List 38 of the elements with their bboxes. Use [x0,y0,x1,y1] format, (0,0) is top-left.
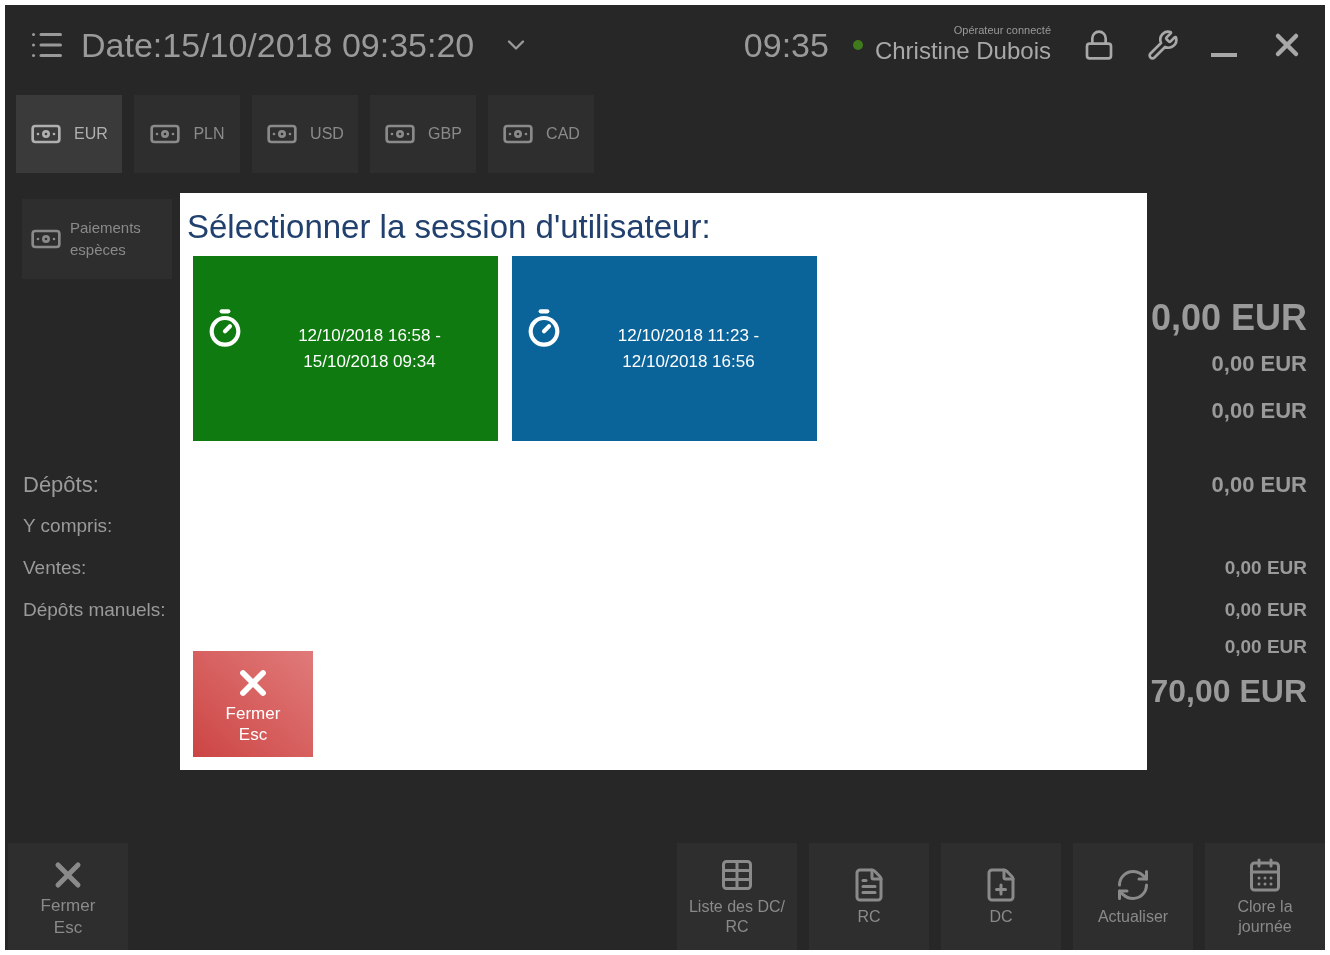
lock-icon [1083,29,1115,61]
toolbar-button[interactable]: DC [941,843,1061,950]
operator-label: Opérateur connecté [953,24,1051,36]
close-button[interactable]: Fermer Esc [8,843,128,950]
summary-label: Ventes: [23,555,87,580]
date-text: Date:15/10/2018 09:35:20 [81,24,475,66]
dialog-close-button[interactable]: Fermer Esc [193,651,313,757]
clock-text: 09:35 [743,24,829,66]
toolbar-button[interactable]: Liste des DC/ RC [677,843,797,950]
amount-text: 0,00 EUR [1211,350,1307,378]
toolbar-button[interactable]: Clore la journée [1205,843,1325,950]
amount-text: 0,00 EUR [1211,397,1307,425]
total-amount: 70,00 EUR [1150,672,1307,711]
currency-tab[interactable]: CAD [488,95,594,173]
session-tile[interactable]: 12/10/2018 11:23 - 12/10/2018 16:56 [512,256,817,441]
cash-payments-button[interactable]: Paiements espèces [22,199,172,279]
currency-tab[interactable]: EUR [16,95,122,173]
dialog-title: Sélectionner la session d'utilisateur: [187,207,712,247]
toolbar-button[interactable]: Actualiser [1073,843,1193,950]
calendar-icon [1247,856,1283,893]
amount-text: 0,00 EUR [1224,597,1307,622]
toolbar-button[interactable]: RC [809,843,929,950]
session-tile[interactable]: 12/10/2018 16:58 - 15/10/2018 09:34 [193,256,498,441]
currency-tab[interactable]: GBP [370,95,476,173]
summary-label: Y compris: [23,513,113,538]
operator-name: Christine Dubois [874,36,1051,66]
wrench-icon [1147,29,1179,61]
total-amount: 0,00 EUR [1150,297,1307,339]
lock-button[interactable] [1083,29,1115,61]
summary-label: Dépôts: [23,470,99,499]
amount-text: 0,00 EUR [1224,635,1307,659]
summary-label: Dépôts manuels: [23,597,166,622]
amount-text: 0,00 EUR [1224,555,1307,580]
minimize-icon [1211,53,1237,57]
amount-text: 0,00 EUR [1211,470,1307,499]
settings-button[interactable] [1147,29,1179,61]
currency-tab[interactable]: PLN [134,95,240,173]
currency-tab[interactable]: USD [252,95,358,173]
